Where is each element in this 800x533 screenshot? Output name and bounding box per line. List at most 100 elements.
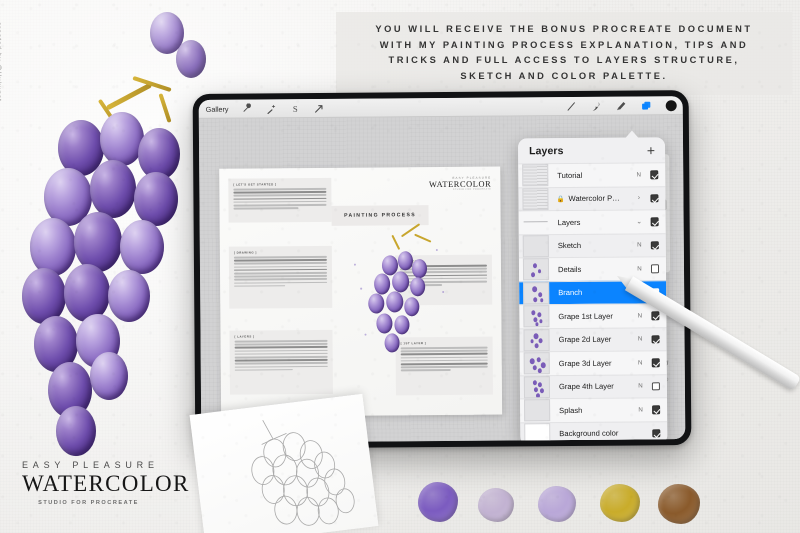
layer-name: Grape 1st Layer bbox=[558, 311, 613, 321]
layer-thumbnail bbox=[522, 187, 549, 211]
thumbnail-mark bbox=[530, 339, 534, 344]
watercolor-grapes-illustration bbox=[0, 0, 210, 470]
procreate-canvas[interactable]: EASY PLEASURE WATERCOLOR STUDIO FOR PROC… bbox=[198, 115, 686, 443]
thumbnail-mark bbox=[532, 286, 538, 293]
layer-visibility-checkbox[interactable] bbox=[651, 381, 660, 391]
document-title: PAINTING PROCESS bbox=[344, 212, 417, 219]
layer-thumbnail bbox=[523, 305, 550, 328]
thumbnail-mark bbox=[533, 387, 538, 393]
layer-thumbnail bbox=[524, 399, 551, 422]
sketch-paper bbox=[189, 393, 379, 533]
eraser-icon[interactable] bbox=[616, 100, 627, 111]
layer-name: Branch bbox=[558, 288, 583, 298]
layer-row[interactable]: Grape 4th Layer N bbox=[519, 373, 668, 399]
thumbnail-mark bbox=[532, 365, 537, 371]
color-palette bbox=[418, 478, 700, 526]
layer-name: Grape 4th Layer bbox=[558, 381, 614, 392]
thumbnail-mark bbox=[532, 263, 537, 269]
layer-visibility-checkbox[interactable] bbox=[651, 405, 661, 414]
thumbnail-mark bbox=[538, 291, 543, 297]
layer-name: Sketch bbox=[557, 241, 582, 251]
layer-visibility-checkbox[interactable] bbox=[650, 311, 660, 320]
chevron-right-icon[interactable]: › bbox=[634, 195, 644, 202]
headline-line-4: SKETCH AND COLOR PALETTE. bbox=[460, 70, 668, 81]
thumbnail-mark bbox=[531, 310, 536, 316]
paint-stroke-icon[interactable] bbox=[566, 100, 577, 111]
layer-row[interactable]: 🔒 Watercolor Paper › bbox=[518, 185, 666, 211]
headline-line-2: WITH MY PAINTING PROCESS EXPLANATION, TI… bbox=[379, 39, 749, 50]
ipad-device: Gallery S EASY PLEASURE WATERCOLOR STUDI… bbox=[192, 90, 692, 449]
layer-row[interactable]: Grape 2d Layer N bbox=[519, 326, 667, 352]
palette-swatch-gold bbox=[600, 484, 640, 522]
layer-blend-mode[interactable]: N bbox=[634, 265, 644, 272]
headline-line-3: TRICKS AND FULL ACCESS TO LAYERS STRUCTU… bbox=[388, 55, 740, 65]
layer-visibility-checkbox[interactable] bbox=[649, 170, 659, 179]
layer-row[interactable]: Splash N bbox=[520, 397, 668, 422]
thumbnail-mark bbox=[539, 319, 543, 324]
layers-panel-header: Layers + bbox=[517, 137, 666, 164]
layer-name: Grape 3d Layer bbox=[558, 358, 612, 368]
ipad-screen: Gallery S EASY PLEASURE WATERCOLOR STUDI… bbox=[198, 96, 686, 443]
layer-blend-mode[interactable]: N bbox=[635, 336, 645, 343]
layer-blend-mode[interactable]: N bbox=[635, 359, 645, 366]
palette-swatch-pale-mauve bbox=[478, 488, 514, 522]
arrow-transform-icon[interactable] bbox=[313, 102, 324, 113]
layer-row[interactable]: Layers ⌄ bbox=[518, 209, 666, 234]
gallery-button[interactable]: Gallery bbox=[206, 104, 229, 113]
layer-blend-mode[interactable]: N bbox=[635, 312, 645, 319]
layer-blend-mode[interactable]: N bbox=[635, 383, 645, 390]
thumbnail-mark bbox=[534, 342, 539, 349]
magic-wand-adjustments-icon[interactable] bbox=[265, 103, 276, 114]
layer-blend-mode[interactable]: N bbox=[636, 406, 646, 413]
thumbnail-mark bbox=[538, 269, 542, 274]
doc-brand-large: WATERCOLOR bbox=[429, 179, 492, 190]
layer-name: Splash bbox=[559, 405, 583, 415]
chevron-down-icon[interactable]: ⌄ bbox=[634, 218, 644, 226]
wrench-actions-icon[interactable] bbox=[241, 102, 252, 114]
layer-row[interactable]: Background color bbox=[520, 420, 668, 443]
add-layer-button[interactable]: + bbox=[647, 142, 655, 158]
thumbnail-mark bbox=[535, 322, 539, 327]
thumbnail-mark bbox=[536, 357, 541, 363]
layers-icon[interactable] bbox=[641, 100, 652, 111]
s-selection-icon[interactable]: S bbox=[289, 103, 300, 114]
doc-section-lines bbox=[229, 255, 332, 294]
layer-visibility-checkbox[interactable] bbox=[650, 240, 659, 250]
layer-visibility-checkbox[interactable] bbox=[651, 358, 660, 367]
layer-thumbnail bbox=[523, 375, 551, 399]
thumbnail-mark bbox=[540, 297, 544, 302]
layer-visibility-checkbox[interactable] bbox=[650, 217, 659, 226]
layer-row[interactable]: Sketch N bbox=[518, 232, 666, 258]
thumbnail-mark bbox=[532, 380, 537, 386]
layer-thumbnail bbox=[523, 328, 550, 352]
layer-visibility-checkbox[interactable] bbox=[651, 334, 660, 344]
color-swatch-button[interactable] bbox=[665, 99, 677, 111]
layer-thumbnail bbox=[523, 352, 550, 375]
lock-icon: 🔒 bbox=[556, 195, 565, 203]
smudge-icon[interactable] bbox=[591, 100, 602, 111]
layer-name: Grape 2d Layer bbox=[558, 334, 612, 345]
layer-visibility-checkbox[interactable] bbox=[649, 193, 659, 203]
thumbnail-mark bbox=[529, 358, 535, 365]
document-brand-mark: EASY PLEASURE WATERCOLOR STUDIO FOR PROC… bbox=[429, 176, 491, 191]
layer-row[interactable]: Tutorial N bbox=[518, 162, 666, 187]
brand-lockup: EASY PLEASURE WATERCOLOR STUDIO FOR PROC… bbox=[22, 460, 202, 506]
layer-visibility-checkbox[interactable] bbox=[651, 428, 661, 438]
thumbnail-mark bbox=[533, 297, 538, 303]
layer-visibility-checkbox[interactable] bbox=[650, 264, 660, 273]
layer-name: Watercolor Paper bbox=[568, 193, 624, 204]
thumbnail-mark bbox=[538, 337, 543, 343]
layer-name: Layers bbox=[557, 217, 581, 227]
layers-panel-pointer bbox=[624, 130, 639, 139]
layer-row[interactable]: Grape 1st Layer N bbox=[519, 303, 667, 328]
palette-swatch-brown bbox=[658, 484, 700, 524]
layer-blend-mode[interactable]: N bbox=[634, 242, 644, 249]
layer-row[interactable]: Details N bbox=[518, 256, 667, 281]
layer-thumbnail bbox=[524, 422, 551, 443]
layer-row[interactable]: Grape 3d Layer N bbox=[519, 350, 667, 375]
thumbnail-mark bbox=[537, 381, 542, 388]
brand-line-3: STUDIO FOR PROCREATE bbox=[38, 500, 139, 506]
layer-blend-mode[interactable]: N bbox=[634, 171, 644, 178]
document-title-box: PAINTING PROCESS bbox=[331, 205, 429, 226]
layer-thumbnail bbox=[523, 281, 550, 305]
